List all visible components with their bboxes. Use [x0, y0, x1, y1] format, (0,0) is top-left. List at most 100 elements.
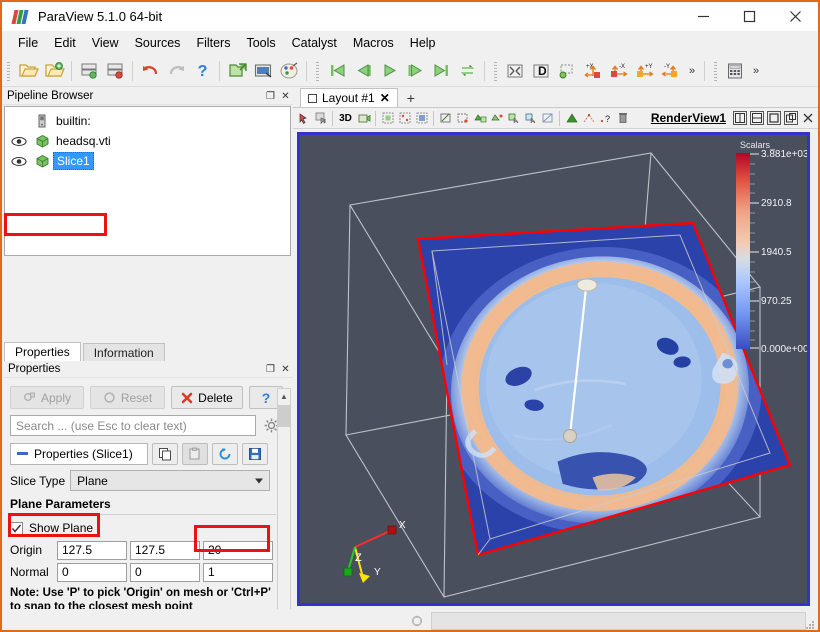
scrollbar-thumb[interactable] [278, 405, 290, 427]
interaction-mode-icon[interactable] [295, 109, 312, 128]
paste-icon[interactable] [182, 442, 208, 465]
select-cells-on-icon[interactable] [379, 109, 396, 128]
hover-cells-icon[interactable] [471, 109, 488, 128]
rubber-band-zoom-icon[interactable] [554, 58, 580, 84]
first-frame-icon[interactable] [324, 58, 350, 84]
loop-icon[interactable] [454, 58, 480, 84]
menu-view[interactable]: View [84, 33, 127, 53]
menu-tools[interactable]: Tools [238, 33, 283, 53]
show-plane-checkbox[interactable] [10, 521, 23, 535]
toolbar-handle[interactable] [492, 59, 499, 82]
previous-frame-icon[interactable] [350, 58, 376, 84]
scatter-icon[interactable] [580, 109, 597, 128]
menu-filters[interactable]: Filters [188, 33, 238, 53]
minimize-icon[interactable] [680, 2, 726, 31]
properties-group-toggle[interactable]: Properties (Slice1) [10, 442, 148, 465]
maximize-view-icon[interactable] [767, 111, 781, 125]
restore-defaults-icon[interactable] [212, 442, 238, 465]
scroll-up-icon[interactable]: ▲ [278, 389, 290, 403]
camera-link-icon[interactable] [224, 58, 250, 84]
menu-help[interactable]: Help [402, 33, 444, 53]
reset-button[interactable]: Reset [90, 386, 165, 409]
pipeline-item-headsq[interactable]: headsq.vti [5, 131, 290, 151]
copy-icon[interactable] [152, 442, 178, 465]
select-points-on-icon[interactable] [396, 109, 413, 128]
pipeline-item-slice1[interactable]: Slice1 [5, 151, 290, 171]
menu-catalyst[interactable]: Catalyst [284, 33, 345, 53]
camera-icon[interactable] [355, 109, 372, 128]
origin-z-input[interactable]: 20 [203, 540, 273, 560]
select-block-icon[interactable] [454, 109, 471, 128]
interactive-select-cells-icon[interactable] [505, 109, 522, 128]
resize-grip[interactable] [804, 619, 816, 630]
play-icon[interactable] [376, 58, 402, 84]
slice-type-select[interactable]: Plane [70, 470, 271, 491]
origin-y-input[interactable]: 127.5 [130, 540, 200, 560]
properties-undock-icon[interactable]: ❐ [263, 362, 278, 377]
show-plane-row[interactable]: Show Plane [10, 521, 276, 535]
undock-view-icon[interactable] [784, 111, 798, 125]
split-vertical-icon[interactable] [750, 111, 764, 125]
reset-camera-icon[interactable] [502, 58, 528, 84]
open-recent-icon[interactable] [41, 58, 67, 84]
properties-close-icon[interactable]: ✕ [278, 362, 293, 377]
menu-macros[interactable]: Macros [345, 33, 402, 53]
origin-x-input[interactable]: 127.5 [57, 540, 127, 560]
pos-y-icon[interactable]: +Y [632, 58, 658, 84]
interactive-select-points-icon[interactable] [522, 109, 539, 128]
query-icon[interactable]: ? [597, 109, 614, 128]
visibility-eye-icon[interactable] [7, 156, 31, 167]
toolbar-handle[interactable] [712, 59, 719, 82]
calculator-icon[interactable] [722, 58, 748, 84]
select-frustum-icon[interactable] [539, 109, 556, 128]
save-as-defaults-icon[interactable] [242, 442, 268, 465]
properties-scrollbar[interactable]: ▲ ▼ [277, 388, 291, 630]
zoom-to-data-icon[interactable]: D [528, 58, 554, 84]
open-file-icon[interactable] [15, 58, 41, 84]
toolbar-overflow-button-2[interactable]: » [748, 59, 764, 83]
close-icon[interactable] [772, 2, 818, 31]
search-input[interactable]: Search ... (use Esc to clear text) [10, 415, 256, 436]
last-frame-icon[interactable] [428, 58, 454, 84]
tab-properties[interactable]: Properties [4, 342, 81, 361]
undo-icon[interactable] [137, 58, 163, 84]
tab-information[interactable]: Information [82, 343, 165, 361]
render-view-title[interactable]: RenderView1 [651, 111, 726, 125]
render-view-canvas[interactable]: Scalars_ 3.881e+03 2910.8 1940.5 970.25 … [297, 132, 810, 606]
layout-tab-1[interactable]: Layout #1 ✕ [300, 88, 398, 107]
menu-edit[interactable]: Edit [46, 33, 84, 53]
screenshot-icon[interactable] [250, 58, 276, 84]
pipeline-browser-list[interactable]: builtin: headsq.vti Slice1 [4, 106, 291, 256]
toolbar-handle[interactable] [5, 59, 12, 82]
close-view-icon[interactable] [801, 111, 815, 125]
select-points-through-icon[interactable] [437, 109, 454, 128]
normal-x-input[interactable]: 0 [57, 562, 127, 582]
apply-button[interactable]: Apply [10, 386, 84, 409]
help-icon[interactable]: ? [189, 58, 215, 84]
visibility-eye-icon[interactable] [7, 136, 31, 147]
menu-sources[interactable]: Sources [127, 33, 189, 53]
delete-button[interactable]: Delete [171, 386, 243, 409]
toolbar-overflow-button-1[interactable]: » [684, 59, 700, 83]
select-cells-icon[interactable] [312, 109, 329, 128]
hover-points-icon[interactable] [488, 109, 505, 128]
pipeline-undock-icon[interactable]: ❐ [263, 89, 278, 104]
new-layout-tab-button[interactable]: + [398, 89, 424, 107]
layout-tab-close-icon[interactable]: ✕ [380, 91, 390, 105]
mode-3d-button[interactable]: 3D [336, 109, 355, 128]
next-frame-icon[interactable] [402, 58, 428, 84]
neg-y-icon[interactable]: -Y [658, 58, 684, 84]
redo-icon[interactable] [163, 58, 189, 84]
pos-x-icon[interactable]: +X [580, 58, 606, 84]
load-state-icon[interactable] [76, 58, 102, 84]
neg-x-icon[interactable]: -X [606, 58, 632, 84]
color-map-editor-icon[interactable] [276, 58, 302, 84]
normal-y-input[interactable]: 0 [130, 562, 200, 582]
menu-file[interactable]: File [10, 33, 46, 53]
maximize-icon[interactable] [726, 2, 772, 31]
trash-icon[interactable] [614, 109, 631, 128]
pipeline-item-builtin[interactable]: builtin: [5, 111, 290, 131]
split-horizontal-icon[interactable] [733, 111, 747, 125]
pipeline-close-icon[interactable]: ✕ [278, 89, 293, 104]
normal-z-input[interactable]: 1 [203, 562, 273, 582]
